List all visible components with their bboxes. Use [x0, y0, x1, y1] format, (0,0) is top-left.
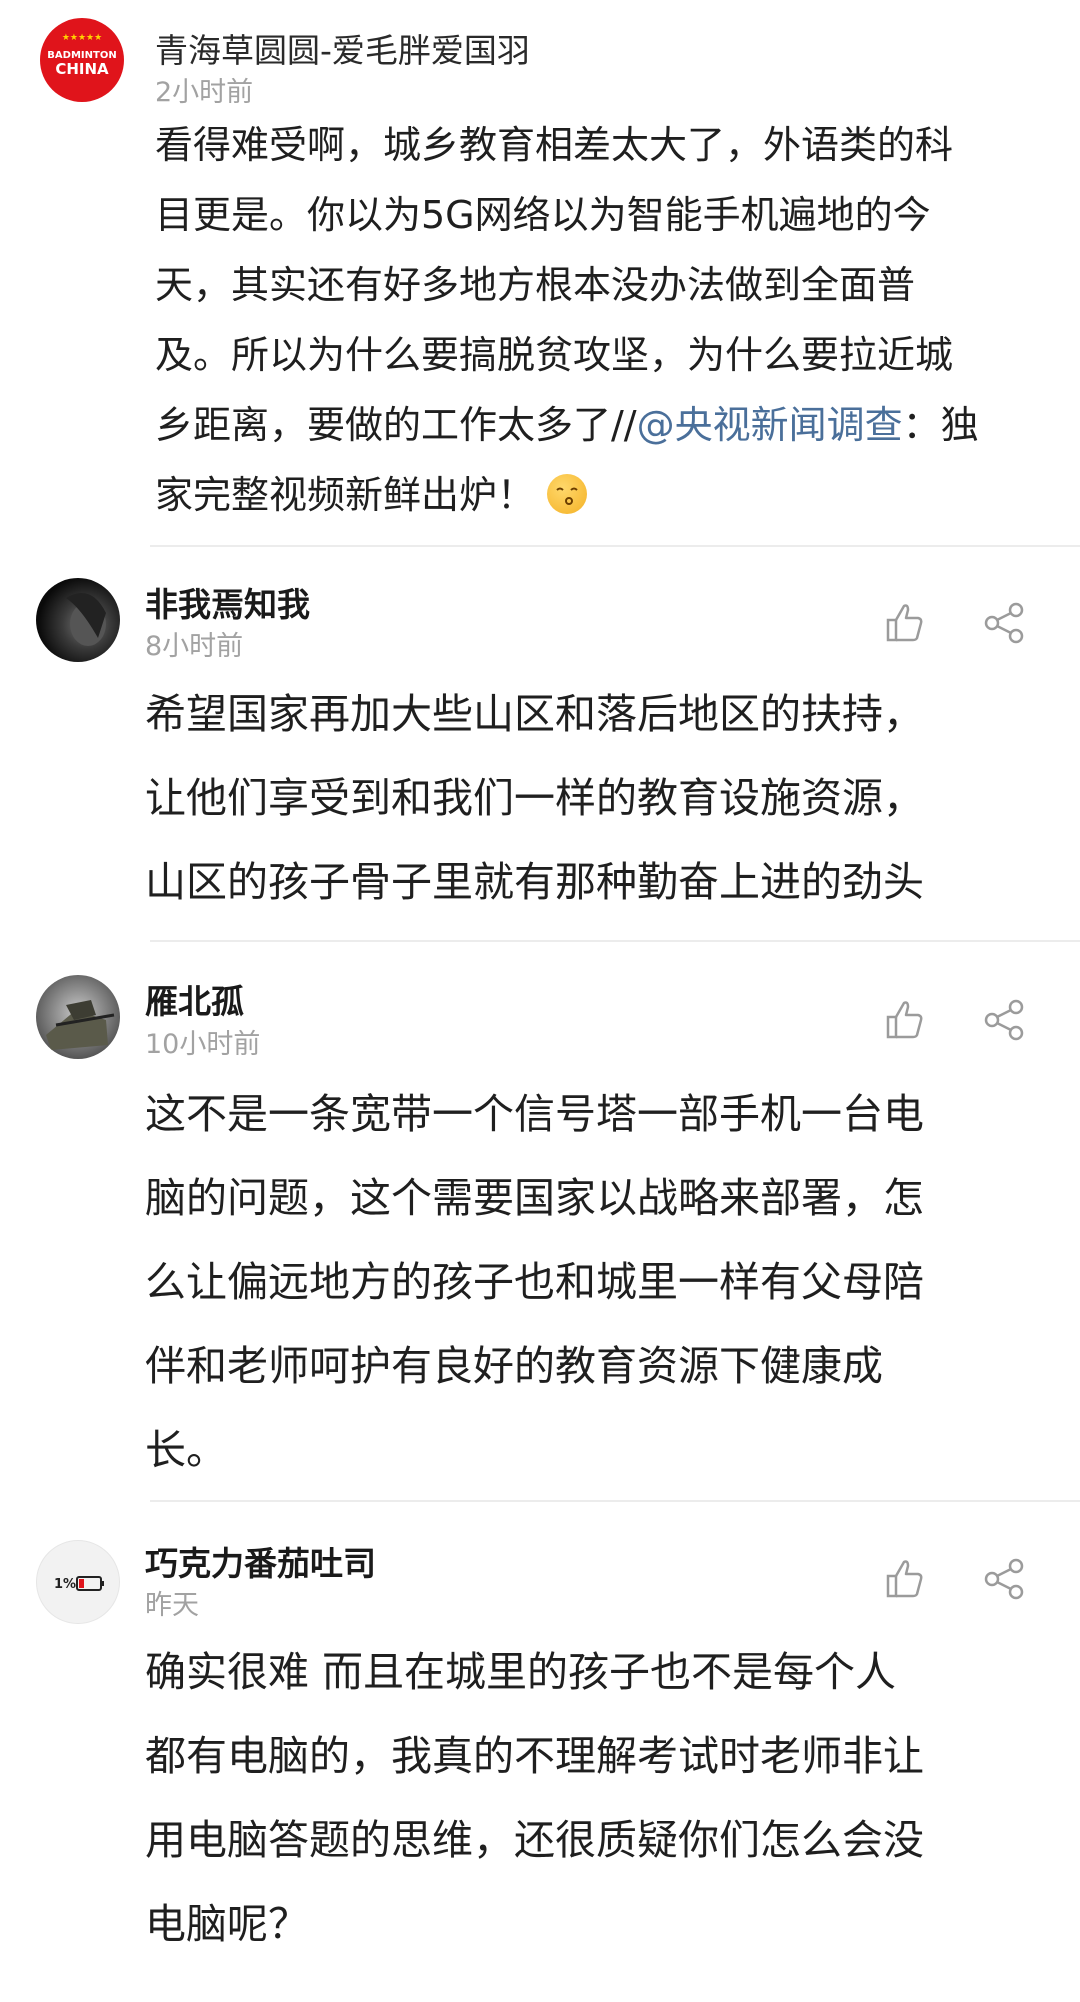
comment-line: 确实很难 而且在城里的孩子也不是每个人: [145, 1648, 897, 1696]
comment-author[interactable]: 非我焉知我: [145, 578, 310, 626]
comment-divider: [150, 940, 1080, 942]
low-battery-icon: 1%: [54, 1576, 104, 1592]
comment-line: 伴和老师呵护有良好的教育资源下健康成: [145, 1342, 883, 1390]
comment-line-text: 乡距离，要做的工作太多了//: [155, 403, 637, 447]
comment-body: 这不是一条宽带一个信号塔一部手机一台电 脑的问题，这个需要国家以战略来部署，怎 …: [145, 1072, 1025, 1492]
comment-line: 电脑呢？: [145, 1900, 309, 1948]
svg-text:1%: 1%: [54, 1577, 76, 1592]
comment-line: 脑的问题，这个需要国家以战略来部署，怎: [145, 1174, 924, 1222]
avatar[interactable]: [36, 578, 120, 662]
comment-line: 这不是一条宽带一个信号塔一部手机一台电: [145, 1090, 924, 1138]
comment-line: 长。: [145, 1426, 227, 1474]
comment-line: 么让偏远地方的孩子也和城里一样有父母陪: [145, 1258, 924, 1306]
svg-text:★★★★★: ★★★★★: [62, 33, 102, 43]
comment-divider: [150, 1500, 1080, 1502]
comment-line: 让他们享受到和我们一样的教育设施资源，: [145, 774, 924, 822]
comment-author[interactable]: 青海草圆圆-爱毛胖爱国羽: [155, 24, 530, 72]
comment-line-text: ：独: [902, 403, 979, 447]
avatar[interactable]: [36, 975, 120, 1059]
comment-actions: [880, 598, 1040, 648]
comment-time: 10小时前: [145, 1029, 261, 1060]
comment-time: 昨天: [145, 1590, 199, 1621]
comment-line: 看得难受啊，城乡教育相差太大了，外语类的科: [155, 123, 954, 167]
thumbs-up-icon[interactable]: [880, 1554, 930, 1604]
comment-line-text: 家完整视频新鲜出炉！: [155, 473, 536, 517]
comment-line: 目更是。你以为5G网络以为智能手机遍地的今: [155, 193, 931, 237]
mention-link[interactable]: @央视新闻调查: [637, 403, 903, 447]
comment-time: 2小时前: [155, 77, 254, 108]
avatar-badminton-china[interactable]: ★★★★★ BADMINTON CHINA: [40, 18, 124, 102]
share-icon[interactable]: [980, 1554, 1030, 1604]
comment-body: 看得难受啊，城乡教育相差太大了，外语类的科 目更是。你以为5G网络以为智能手机遍…: [155, 110, 1035, 530]
comment-body: 确实很难 而且在城里的孩子也不是每个人 都有电脑的，我真的不理解考试时老师非让 …: [145, 1630, 1025, 1966]
comment-author[interactable]: 雁北孤: [145, 975, 244, 1023]
thumbs-up-icon[interactable]: [880, 598, 930, 648]
badminton-china-logo-icon: ★★★★★ BADMINTON CHINA: [47, 33, 116, 78]
comment-line: 希望国家再加大些山区和落后地区的扶持，: [145, 690, 924, 738]
comment-divider: [150, 545, 1080, 547]
share-icon[interactable]: [980, 995, 1030, 1045]
comment-actions: [880, 995, 1040, 1045]
comment-line: 家完整视频新鲜出炉！: [155, 460, 1035, 530]
comment-time: 8小时前: [145, 631, 244, 662]
comment-line: 乡距离，要做的工作太多了//@央视新闻调查：独: [155, 390, 1035, 460]
soldier-photo-icon: [46, 1000, 115, 1050]
avatar[interactable]: 1%: [36, 1540, 120, 1624]
comment-line: 山区的孩子骨子里就有那种勤奋上进的劲头: [145, 858, 924, 906]
svg-text:CHINA: CHINA: [55, 60, 109, 78]
comment-author[interactable]: 巧克力番茄吐司: [145, 1537, 376, 1585]
comment-line: 天，其实还有好多地方根本没办法做到全面普: [155, 263, 916, 307]
comment-line: 都有电脑的，我真的不理解考试时老师非让: [145, 1732, 924, 1780]
comment-line: 用电脑答题的思维，还很质疑你们怎么会没: [145, 1816, 924, 1864]
comment-body: 希望国家再加大些山区和落后地区的扶持， 让他们享受到和我们一样的教育设施资源， …: [145, 672, 1025, 924]
kissing-face-emoji-icon: [547, 474, 588, 514]
comment-line: 及。所以为什么要搞脱贫攻坚，为什么要拉近城: [155, 333, 954, 377]
share-icon[interactable]: [980, 598, 1030, 648]
portrait-icon: [66, 593, 106, 646]
comment-actions: [880, 1554, 1040, 1604]
thumbs-up-icon[interactable]: [880, 995, 930, 1045]
